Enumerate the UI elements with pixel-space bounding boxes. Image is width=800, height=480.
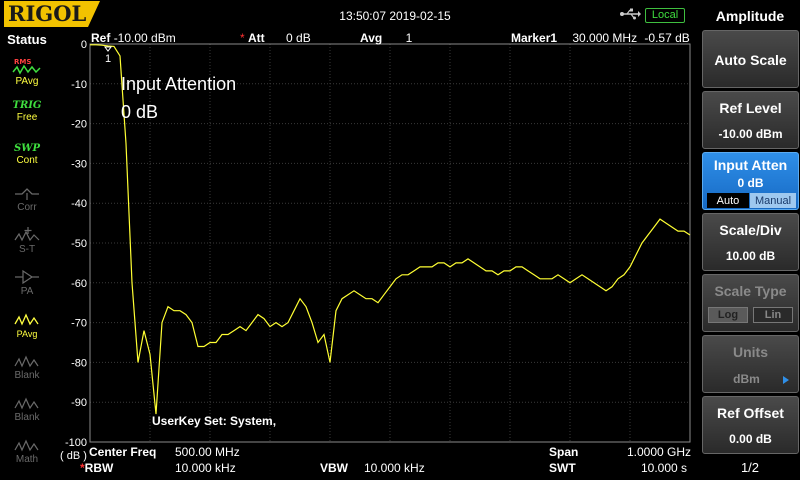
y-tick-label: -70 — [71, 318, 87, 330]
scale-div-label: Scale/Div — [719, 222, 782, 238]
rbw-value: 10.000 kHz — [175, 461, 236, 475]
submenu-arrow-icon — [783, 376, 789, 384]
ref-label: Ref — [91, 31, 111, 45]
rigol-logo: RIGOL — [4, 1, 88, 27]
ref-value: -10.00 dBm — [113, 31, 176, 45]
softkey-panel: Amplitude Auto Scale Ref Level -10.00 dB… — [700, 0, 800, 480]
span-label[interactable]: Span — [549, 445, 578, 459]
ref-level-label: Ref Level — [719, 100, 782, 116]
marker-freq: 30.000 MHz — [572, 31, 638, 45]
y-tick-label: -100 — [65, 437, 87, 449]
vbw-label[interactable]: VBW — [320, 461, 348, 475]
ref-readout: Ref -10.00 dBm — [91, 31, 176, 45]
avg-value: 1 — [405, 31, 413, 45]
auto-scale-button[interactable]: Auto Scale — [702, 30, 799, 88]
avg-label: Avg — [360, 31, 383, 45]
userkey-readout: UserKey Set: System, — [152, 414, 277, 428]
y-tick-label: -60 — [71, 278, 87, 290]
units-button[interactable]: Units dBm — [702, 335, 799, 393]
scale-lin-toggle[interactable]: Lin — [753, 307, 793, 323]
swt-value: 10.000 s — [641, 461, 688, 475]
logo-tail — [88, 1, 100, 27]
y-tick-label: -30 — [71, 158, 87, 170]
ref-offset-value: 0.00 dB — [729, 432, 772, 446]
scale-type-button[interactable]: Scale Type Log Lin — [702, 274, 799, 332]
ref-offset-label: Ref Offset — [717, 405, 784, 421]
y-tick-label: -20 — [71, 119, 87, 131]
att-readout: * Att 0 dB — [240, 31, 311, 45]
input-atten-value: 0 dB — [737, 176, 764, 190]
marker-readout: Marker1 30.000 MHz -0.57 dB — [511, 31, 690, 45]
att-label: Att — [248, 31, 265, 45]
annotation-title: Input Attention — [121, 74, 237, 94]
att-alert-icon: * — [240, 31, 245, 45]
scale-type-label: Scale Type — [714, 283, 787, 299]
y-tick-label: -50 — [71, 238, 87, 250]
plot-grid — [90, 44, 690, 442]
atten-manual-toggle[interactable]: Manual — [750, 193, 796, 208]
units-label: Units — [733, 344, 768, 360]
att-value: 0 dB — [286, 31, 311, 45]
auto-scale-label: Auto Scale — [714, 52, 787, 68]
marker-number: 1 — [105, 53, 111, 65]
scale-log-toggle[interactable]: Log — [708, 307, 748, 323]
spectrum-plot[interactable]: 1 0 -10 -20 -30 -40 -50 -60 -70 -80 -90 -100 — [0, 30, 700, 480]
scale-div-button[interactable]: Scale/Div 10.00 dB — [702, 213, 799, 271]
scale-div-value: 10.00 dB — [725, 249, 776, 263]
spectrum-display[interactable]: 1 0 -10 -20 -30 -40 -50 -60 -70 -80 -90 -100 Ref -… — [0, 30, 700, 480]
spectrum-trace — [90, 44, 691, 415]
top-bar: RIGOL 13:50:07 2019-02-15 Local — [0, 0, 700, 30]
vbw-value: 10.000 kHz — [364, 461, 425, 475]
avg-readout: Avg 1 — [360, 31, 412, 45]
span-value: 1.0000 GHz — [627, 445, 692, 459]
ref-level-value: -10.00 dBm — [718, 127, 783, 141]
center-freq-label[interactable]: Center Freq — [89, 445, 156, 459]
local-badge[interactable]: Local — [645, 8, 685, 23]
annotation-value: 0 dB — [121, 102, 159, 122]
marker-amp: -0.57 dB — [644, 31, 690, 45]
y-tick-label: -40 — [71, 198, 87, 210]
atten-auto-toggle[interactable]: Auto — [707, 193, 749, 208]
center-freq-value: 500.00 MHz — [175, 445, 240, 459]
marker-label: Marker1 — [511, 31, 558, 45]
rbw-readout[interactable]: *RBW — [80, 461, 113, 475]
y-tick-label: 0 — [81, 39, 87, 51]
marker-indicator-icon — [104, 46, 112, 52]
datetime: 13:50:07 2019-02-15 — [339, 9, 451, 23]
menu-page-indicator[interactable]: 1/2 — [700, 460, 800, 475]
input-atten-label: Input Atten — [713, 157, 788, 173]
y-axis-ticks: 0 -10 -20 -30 -40 -50 -60 -70 -80 -90 -100 — [65, 39, 87, 449]
menu-title: Amplitude — [715, 8, 785, 24]
y-tick-label: -10 — [71, 79, 87, 91]
ref-level-button[interactable]: Ref Level -10.00 dBm — [702, 91, 799, 149]
units-value: dBm — [733, 372, 760, 386]
y-tick-label: -90 — [71, 397, 87, 409]
rbw-label: RBW — [84, 461, 114, 475]
ref-offset-button[interactable]: Ref Offset 0.00 dB — [702, 396, 799, 454]
input-atten-button[interactable]: Input Atten 0 dB Auto Manual — [702, 152, 799, 210]
swt-label[interactable]: SWT — [549, 461, 576, 475]
usb-icon — [620, 8, 641, 20]
y-tick-label: -80 — [71, 357, 87, 369]
